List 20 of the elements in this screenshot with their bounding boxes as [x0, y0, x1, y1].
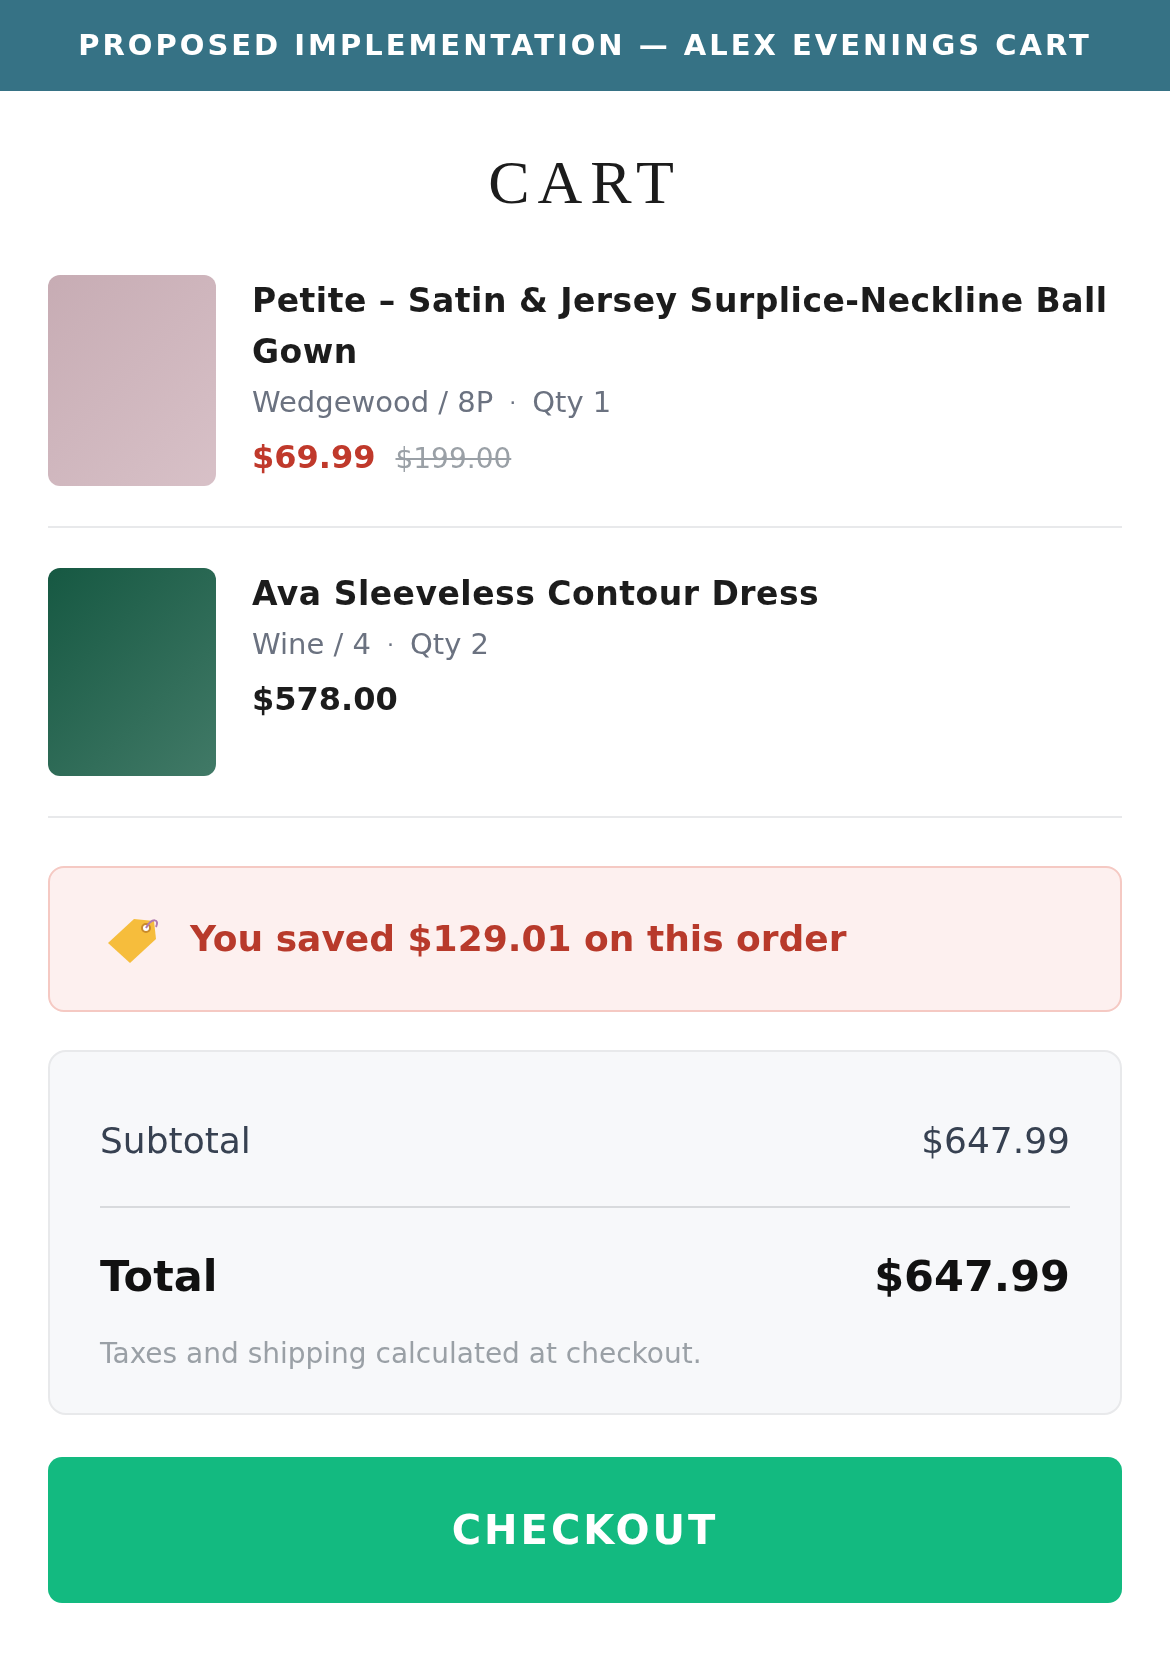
- separator-dot: ·: [509, 389, 517, 418]
- quantity-text: Qty 2: [410, 626, 489, 663]
- total-value: $647.99: [874, 1250, 1070, 1303]
- savings-text: You saved $129.01 on this order: [190, 917, 847, 961]
- banner-title: PROPOSED IMPLEMENTATION — ALEX EVENINGS CART: [78, 26, 1092, 64]
- quantity-text: Qty 1: [532, 384, 612, 421]
- separator-dot: ·: [387, 631, 394, 660]
- subtotal-value: $647.99: [921, 1119, 1070, 1163]
- total-label: Total: [100, 1250, 218, 1303]
- variant-text: Wine / 4: [252, 626, 371, 663]
- original-price: $199.00: [395, 440, 512, 477]
- product-name: Petite – Satin & Jersey Surplice-Neckline Ball Gown: [252, 280, 1109, 373]
- item-price: $578.00: [252, 678, 398, 720]
- checkout-button[interactable]: CHECKOUT: [48, 1456, 1122, 1603]
- checkout-note: Taxes and shipping calculated at checkout.: [100, 1335, 703, 1372]
- subtotal-label: Subtotal: [100, 1119, 251, 1163]
- product-name: Ava Sleeveless Contour Dress: [252, 573, 820, 615]
- cart-heading: CART: [488, 151, 682, 213]
- variant-text: Wedgewood / 8P: [252, 384, 494, 421]
- sale-price: $69.99: [252, 436, 376, 478]
